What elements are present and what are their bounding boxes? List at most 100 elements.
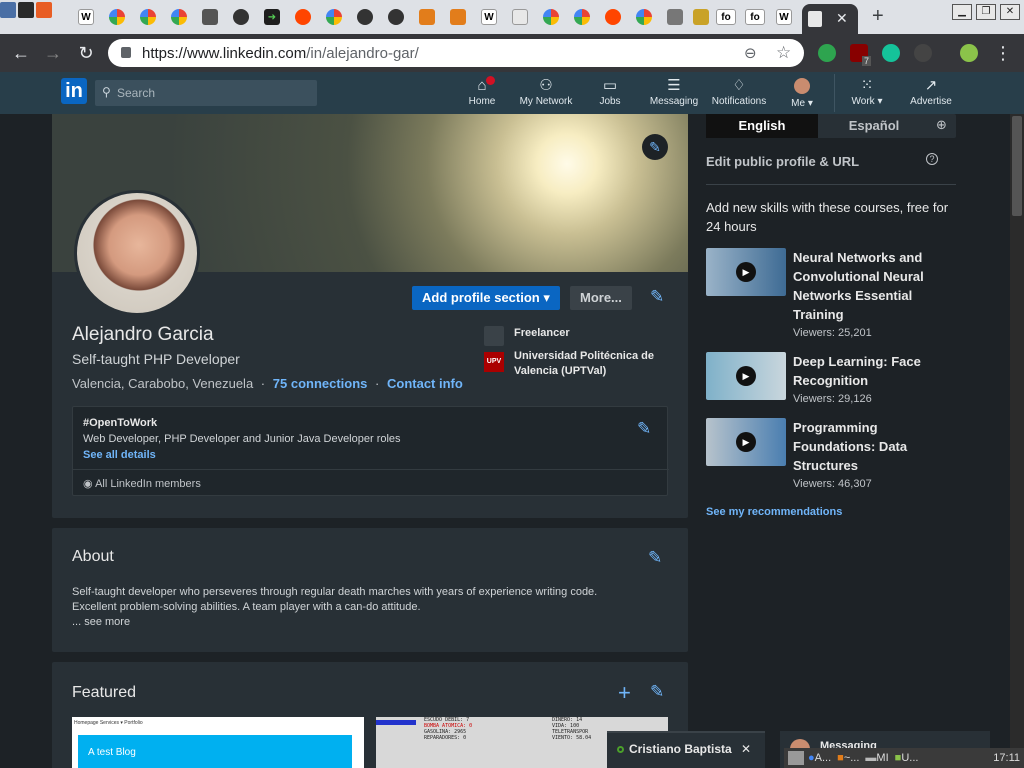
app-icon[interactable] [18,2,34,18]
bookmark-star-icon[interactable]: ☆ [776,43,791,63]
tab-google[interactable] [324,6,344,28]
app-icon[interactable] [788,751,804,765]
url-text[interactable]: https://www.linkedin.com/in/alejandro-ga… [142,45,419,62]
search-input[interactable]: ⚲ Search [95,80,317,106]
course-viewers: Viewers: 25,201 [793,327,872,339]
play-icon[interactable]: ▶ [736,432,756,452]
lang-espanol-button[interactable]: Español [818,114,930,138]
taskbar-item[interactable]: ▬MI [865,752,888,764]
edit-open-to-work-pencil-icon[interactable]: ✎ [637,419,651,439]
tab-sublime[interactable] [448,6,468,28]
tab-github[interactable] [231,6,251,28]
tab-wikipedia[interactable]: W [479,6,499,28]
play-icon[interactable]: ▶ [736,262,756,282]
featured-item-blog[interactable]: Homepage Services ▾ Portfolio A test Blo… [72,717,364,768]
tab-reddit[interactable] [603,6,623,28]
connections-link[interactable]: 75 connections [273,376,368,391]
tab-wikipedia[interactable]: W [774,6,794,28]
nav-home[interactable]: ⌂ Home [462,76,502,112]
about-text-line-1: Self-taught developer who perseveres thr… [72,586,598,598]
tab-fo[interactable]: fo [745,6,765,28]
tab-google[interactable] [541,6,561,28]
scrollbar-thumb[interactable] [1012,116,1022,216]
more-button[interactable]: More... [570,286,632,310]
tab-sublime[interactable] [417,6,437,28]
tab-document[interactable] [510,6,530,28]
taskbar-item[interactable]: ■U... [895,752,919,764]
education-university[interactable]: Universidad Politécnica de Valencia (UPT… [514,349,664,379]
course-title[interactable]: Programming Foundations: Data Structures [793,418,953,475]
tab-reddit[interactable] [293,6,313,28]
close-window-button[interactable]: ✕ [1000,4,1020,20]
chat-window-header[interactable]: Cristiano Baptista ✕ [607,731,765,768]
grammarly-icon[interactable] [882,44,900,62]
avatar [784,78,820,98]
reddit-icon [605,9,621,25]
tab-fo[interactable]: fo [716,6,736,28]
new-tab-button[interactable]: + [872,5,884,28]
zoom-icon[interactable]: ⊖ [744,44,757,62]
lang-english-button[interactable]: English [706,114,818,138]
tab-github[interactable] [355,6,375,28]
see-all-details-link[interactable]: See all details [83,449,156,461]
see-more-link[interactable]: ... see more [72,616,130,628]
profile-icon[interactable] [960,44,978,62]
globe-icon[interactable]: ⊕ [936,117,947,133]
course-title[interactable]: Neural Networks and Convolutional Neural… [793,248,953,324]
desktop-app-icons[interactable] [0,2,52,24]
menu-icon[interactable]: ⋮ [992,42,1014,64]
add-profile-section-button[interactable]: Add profile section ▾ [412,286,560,310]
tab-active[interactable]: ✕ [802,4,858,34]
experience-freelancer[interactable]: Freelancer [514,327,570,339]
forward-icon[interactable]: → [42,42,64,64]
tab-google[interactable] [634,6,654,28]
tab-github[interactable] [386,6,406,28]
course-title[interactable]: Deep Learning: Face Recognition [793,352,953,390]
play-icon[interactable]: ▶ [736,366,756,386]
nav-work[interactable]: ⁙ Work ▾ [846,76,888,112]
nav-label: My Network [519,96,573,107]
nav-advertise[interactable]: ↗ Advertise [906,76,956,112]
nav-my-network[interactable]: ⚇ My Network [516,76,576,112]
nav-me[interactable]: Me ▾ [784,76,820,112]
nav-messaging[interactable]: ☰ Messaging [647,76,701,112]
extension-icon[interactable] [818,44,836,62]
tab-google[interactable] [107,6,127,28]
edit-intro-pencil-icon[interactable]: ✎ [650,287,664,307]
extension-icon[interactable] [914,44,932,62]
tab-arrow[interactable]: ➜ [262,6,282,28]
reload-icon[interactable]: ↻ [75,42,97,64]
nav-jobs[interactable]: ▭ Jobs [590,76,630,112]
app-icon[interactable] [0,2,16,18]
profile-photo[interactable] [74,190,200,316]
nav-notifications[interactable]: ♢ Notifications [708,76,770,112]
close-tab-icon[interactable]: ✕ [836,10,848,27]
chat-contact-name[interactable]: Cristiano Baptista [629,742,732,756]
taskbar-item[interactable]: ■~... [837,752,859,764]
edit-public-profile-link[interactable]: Edit public profile & URL [706,154,859,169]
edit-cover-pencil-icon[interactable]: ✎ [642,134,668,160]
back-icon[interactable]: ← [10,42,32,64]
taskbar-item[interactable]: ●A... [808,752,831,764]
chrome-icon: ● [808,752,815,764]
tab-trophy[interactable] [691,6,711,28]
tab-google[interactable] [138,6,158,28]
tab-google[interactable] [169,6,189,28]
tab-tool[interactable] [665,6,685,28]
app-icon[interactable] [36,2,52,18]
maximize-button[interactable]: ❐ [976,4,996,20]
close-chat-icon[interactable]: ✕ [741,742,751,756]
help-icon[interactable]: ? [926,153,938,165]
tab-google[interactable] [572,6,592,28]
add-featured-plus-icon[interactable]: + [618,680,631,706]
edit-featured-pencil-icon[interactable]: ✎ [650,682,664,702]
see-recommendations-link[interactable]: See my recommendations [706,506,842,518]
tab-terminal[interactable] [200,6,220,28]
minimize-button[interactable]: ▁ [952,4,972,20]
address-bar[interactable]: https://www.linkedin.com/in/alejandro-ga… [108,39,804,67]
linkedin-logo[interactable]: in [61,78,87,104]
edit-about-pencil-icon[interactable]: ✎ [648,548,662,568]
contact-info-link[interactable]: Contact info [387,376,463,391]
tab-wikipedia[interactable]: W [76,6,96,28]
nav-divider [834,74,835,112]
